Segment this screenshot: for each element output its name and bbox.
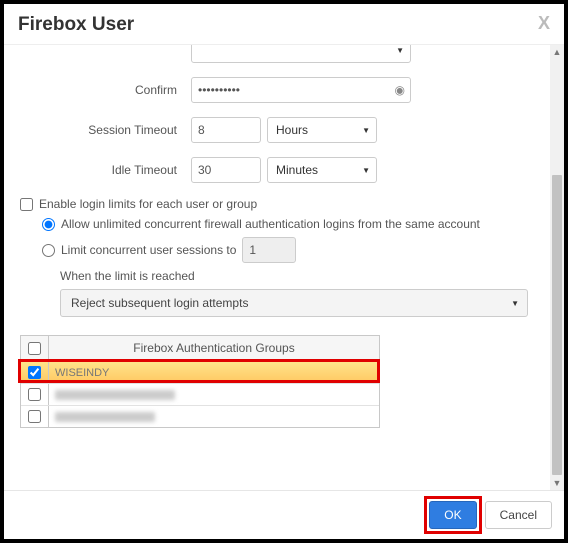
close-icon[interactable]: X (538, 14, 550, 32)
group-row-name (49, 406, 379, 427)
modal-body: Confirm ◉ Session Timeout Hours Idle Tim… (4, 45, 550, 490)
idle-timeout-input[interactable] (191, 157, 261, 183)
group-row-checkbox[interactable] (28, 410, 41, 423)
scroll-down-icon[interactable]: ▼ (550, 476, 564, 490)
auth-groups-table: Firebox Authentication Groups WISEINDY (20, 335, 380, 428)
limit-action-select[interactable]: Reject subsequent login attempts (60, 289, 528, 317)
enable-login-limits-label: Enable login limits for each user or gro… (39, 197, 257, 211)
modal-dialog: Firebox User X Confirm ◉ Session Timeout… (4, 4, 564, 539)
reveal-password-icon[interactable]: ◉ (395, 83, 405, 97)
ok-button[interactable]: OK (429, 501, 476, 529)
modal-header: Firebox User X (4, 4, 564, 45)
idle-timeout-unit-select[interactable]: Minutes (267, 157, 377, 183)
table-row[interactable] (21, 383, 379, 405)
groups-header-label: Firebox Authentication Groups (49, 336, 379, 361)
vertical-scrollbar[interactable]: ▲ ▼ (550, 45, 564, 490)
table-row[interactable] (21, 405, 379, 427)
session-timeout-label: Session Timeout (6, 123, 191, 137)
scrollbar-thumb[interactable] (552, 175, 562, 475)
modal-footer: OK Cancel (4, 490, 564, 539)
idle-timeout-label: Idle Timeout (6, 163, 191, 177)
modal-body-wrap: Confirm ◉ Session Timeout Hours Idle Tim… (4, 45, 564, 490)
session-timeout-unit-select[interactable]: Hours (267, 117, 377, 143)
enable-login-limits-checkbox[interactable] (20, 198, 33, 211)
allow-unlimited-label: Allow unlimited concurrent firewall auth… (61, 217, 480, 231)
limit-concurrent-label: Limit concurrent user sessions to (61, 243, 236, 257)
table-row[interactable]: WISEINDY (21, 361, 379, 383)
allow-unlimited-radio[interactable] (42, 218, 55, 231)
group-row-checkbox[interactable] (28, 366, 41, 379)
group-row-checkbox[interactable] (28, 388, 41, 401)
login-limits-section: Enable login limits for each user or gro… (20, 197, 548, 317)
select-all-groups-checkbox[interactable] (28, 342, 41, 355)
limit-concurrent-radio[interactable] (42, 244, 55, 257)
when-limit-label: When the limit is reached (60, 269, 548, 283)
scroll-up-icon[interactable]: ▲ (550, 45, 564, 59)
cancel-button[interactable]: Cancel (485, 501, 552, 529)
limit-concurrent-value-input[interactable] (242, 237, 296, 263)
modal-title: Firebox User (18, 14, 134, 36)
confirm-label: Confirm (6, 83, 191, 97)
auth-server-select[interactable] (191, 45, 411, 63)
confirm-password-input[interactable] (191, 77, 411, 103)
group-row-name: WISEINDY (49, 362, 379, 383)
table-header: Firebox Authentication Groups (21, 336, 379, 361)
session-timeout-input[interactable] (191, 117, 261, 143)
group-row-name (49, 384, 379, 405)
